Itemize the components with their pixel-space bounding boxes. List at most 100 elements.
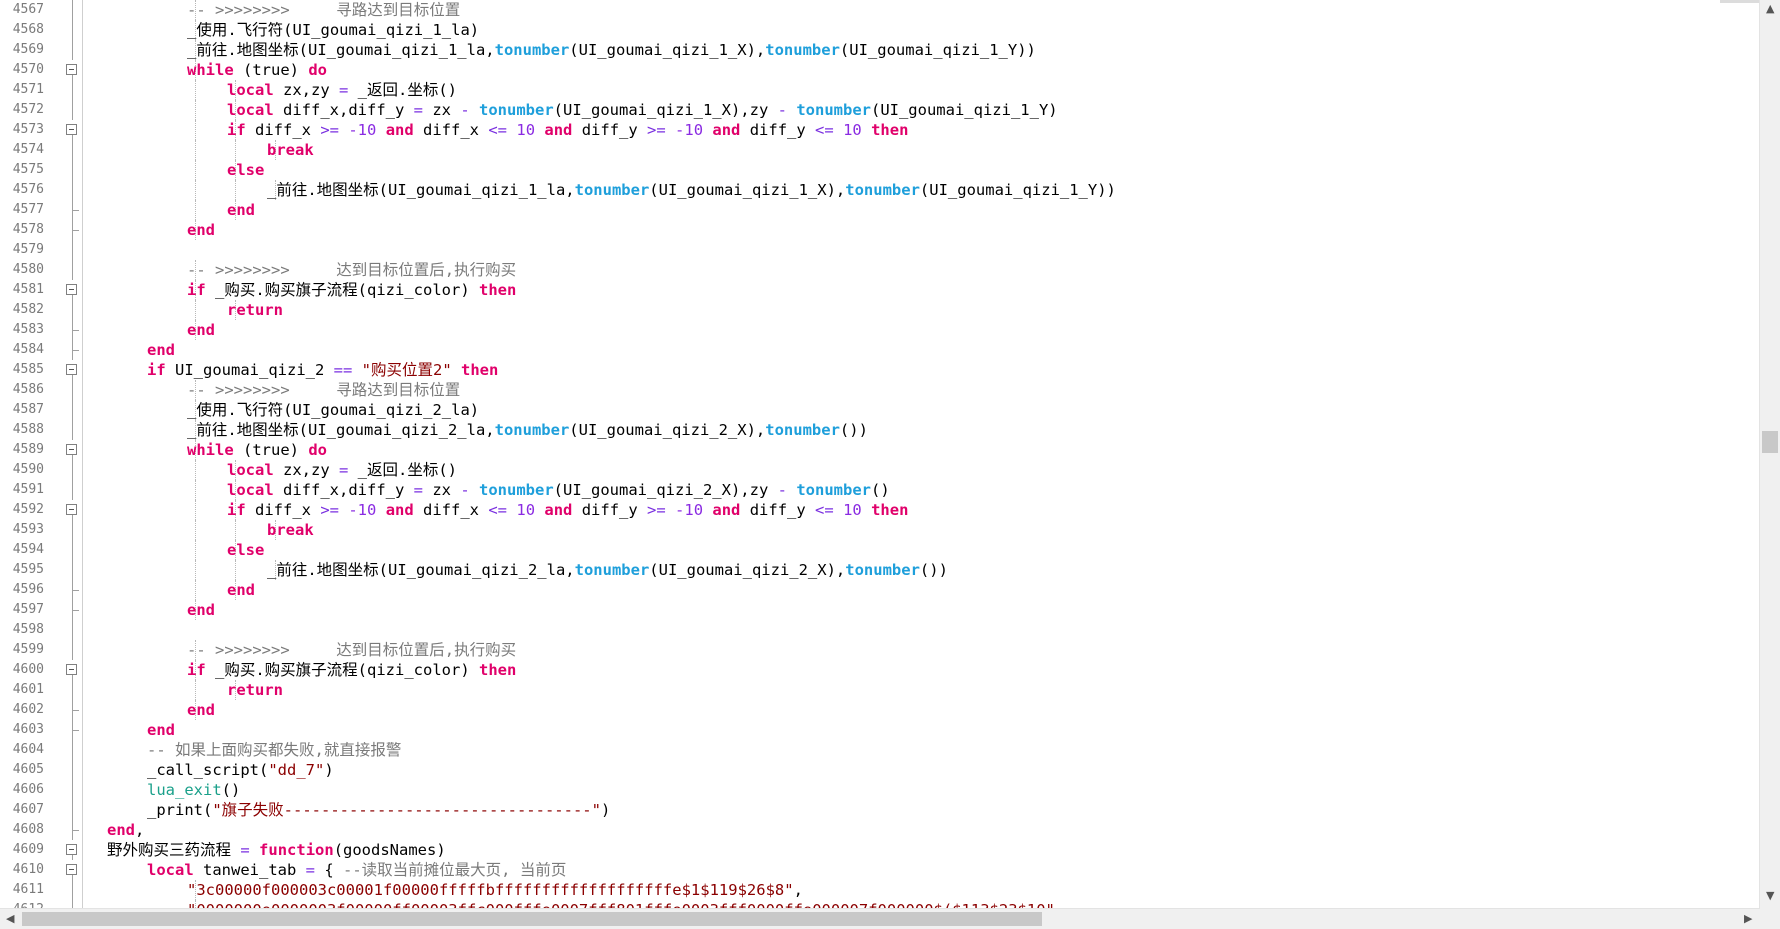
code-line[interactable]: _前往.地图坐标(UI_goumai_qizi_1_la,tonumber(UI…	[187, 40, 1036, 60]
code-line[interactable]: _前往.地图坐标(UI_goumai_qizi_1_la,tonumber(UI…	[267, 180, 1116, 200]
code-token: diff_y	[572, 501, 648, 519]
fold-line	[72, 80, 73, 100]
fold-line	[72, 640, 73, 660]
code-token: <=	[815, 501, 834, 519]
code-line[interactable]: break	[267, 140, 314, 160]
fold-toggle-icon[interactable]	[66, 64, 77, 75]
code-line[interactable]: else	[227, 540, 264, 560]
vertical-scroll-thumb[interactable]	[1762, 431, 1778, 453]
code-editor[interactable]: 4567 4568 4569 4570 4571 4572 4573 4574 4575 4576…	[0, 0, 1760, 909]
code-line[interactable]: _使用.飞行符(UI_goumai_qizi_2_la)	[187, 400, 479, 420]
line-number: 4605	[12, 762, 44, 777]
code-token: ==	[333, 361, 353, 379]
fold-line	[72, 330, 73, 340]
code-line[interactable]: while (true) do	[187, 60, 327, 80]
code-token: while	[187, 441, 234, 459]
code-line[interactable]: _前往.地图坐标(UI_goumai_qizi_2_la,tonumber(UI…	[187, 420, 868, 440]
scroll-right-arrow-icon[interactable]: ▶	[1744, 912, 1752, 925]
scroll-left-arrow-icon[interactable]: ◀	[6, 912, 14, 925]
code-token: {	[315, 861, 343, 879]
code-line[interactable]: end	[147, 720, 175, 740]
fold-line	[72, 260, 73, 280]
code-line[interactable]: "3c00000f000003c00001f00000fffffbfffffff…	[187, 880, 803, 900]
code-line[interactable]: if diff_x >= -10 and diff_x <= 10 and di…	[227, 500, 908, 520]
code-token: else	[227, 161, 265, 179]
fold-end-marker	[72, 830, 79, 831]
horizontal-scrollbar[interactable]: ◀ ▶	[0, 908, 1760, 929]
code-line[interactable]: local zx,zy = _返回.坐标()	[227, 460, 457, 480]
scroll-down-arrow-icon[interactable]: ▼	[1766, 889, 1774, 902]
code-line[interactable]: -- >>>>>>>> 寻路达到目标位置	[187, 380, 460, 400]
fold-toggle-icon[interactable]	[66, 444, 77, 455]
code-token: _使用.飞行符(UI_goumai_qizi_1_la)	[187, 21, 480, 39]
code-token: diff_x,diff_y	[273, 481, 414, 499]
fold-toggle-icon[interactable]	[66, 864, 77, 875]
code-token: 10	[516, 501, 536, 519]
code-line[interactable]: local diff_x,diff_y = zx - tonumber(UI_g…	[227, 480, 890, 500]
code-line[interactable]: _前往.地图坐标(UI_goumai_qizi_2_la,tonumber(UI…	[267, 560, 948, 580]
vertical-scrollbar[interactable]: ▲ ▼	[1759, 0, 1780, 909]
code-line[interactable]: -- >>>>>>>> 达到目标位置后,执行购买	[187, 640, 516, 660]
fold-toggle-icon[interactable]	[66, 664, 77, 675]
code-line[interactable]: -- >>>>>>>> 达到目标位置后,执行购买	[187, 260, 516, 280]
code-line[interactable]: else	[227, 160, 264, 180]
code-line[interactable]: end,	[107, 820, 144, 840]
code-line[interactable]: end	[227, 200, 255, 220]
code-line[interactable]: end	[187, 220, 215, 240]
line-number: 4602	[12, 702, 44, 717]
code-line[interactable]: _print("旗子失败----------------------------…	[147, 800, 610, 820]
code-area[interactable]: -- >>>>>>>> 寻路达到目标位置 _使用.飞行符(UI_goumai_qi…	[83, 0, 1760, 909]
code-line[interactable]: local zx,zy = _返回.坐标()	[227, 80, 457, 100]
code-line[interactable]: end	[187, 320, 215, 340]
code-token: and	[712, 501, 741, 519]
code-token: end	[107, 821, 135, 839]
fold-line	[72, 340, 73, 350]
code-token: end	[227, 201, 255, 219]
line-number: 4590	[12, 462, 44, 477]
code-line[interactable]: break	[267, 520, 314, 540]
line-number: 4604	[12, 742, 44, 757]
code-line[interactable]: if UI_goumai_qizi_2 == "购买位置2" then	[147, 360, 498, 380]
fold-toggle-icon[interactable]	[66, 844, 77, 855]
fold-toggle-icon[interactable]	[66, 124, 77, 135]
fold-toggle-icon[interactable]	[66, 364, 77, 375]
code-line[interactable]: end	[187, 700, 215, 720]
code-line[interactable]: -- 如果上面购买都失败,就直接报警	[147, 740, 401, 760]
code-token: 10	[843, 501, 862, 519]
code-line[interactable]: _call_script("dd_7")	[147, 760, 334, 780]
code-line[interactable]: while (true) do	[187, 440, 327, 460]
code-line[interactable]: local tanwei_tab = { --读取当前摊位最大页, 当前页	[147, 860, 566, 880]
code-token: (UI_goumai_qizi_2_X),zy	[553, 481, 778, 499]
fold-toggle-icon[interactable]	[66, 504, 77, 515]
code-line[interactable]: end	[227, 580, 255, 600]
code-token: return	[227, 301, 283, 319]
code-line[interactable]: end	[187, 600, 215, 620]
code-token: =	[339, 81, 349, 99]
fold-toggle-icon[interactable]	[66, 284, 77, 295]
code-line[interactable]: 野外购买三药流程 = function(goodsNames)	[107, 840, 446, 860]
code-line[interactable]: return	[227, 680, 283, 700]
fold-end-marker	[72, 210, 79, 211]
horizontal-scroll-thumb[interactable]	[22, 912, 1042, 926]
code-line[interactable]: lua_exit()	[147, 780, 240, 800]
code-token: UI_goumai_qizi_2	[165, 361, 334, 379]
code-line[interactable]: local diff_x,diff_y = zx - tonumber(UI_g…	[227, 100, 1058, 120]
code-line[interactable]: if _购买.购买旗子流程(qizi_color) then	[187, 280, 516, 300]
code-line[interactable]: _使用.飞行符(UI_goumai_qizi_1_la)	[187, 20, 479, 40]
fold-line	[72, 350, 73, 360]
scroll-up-arrow-icon[interactable]: ▲	[1766, 2, 1774, 15]
fold-line	[72, 40, 73, 60]
code-line[interactable]: if diff_x >= -10 and diff_x <= 10 and di…	[227, 120, 908, 140]
code-line[interactable]: return	[227, 300, 283, 320]
code-line[interactable]: -- >>>>>>>> 寻路达到目标位置	[187, 0, 460, 20]
code-line[interactable]: end	[147, 340, 175, 360]
code-token: if	[227, 501, 246, 519]
code-line[interactable]: if _购买.购买旗子流程(qizi_color) then	[187, 660, 516, 680]
